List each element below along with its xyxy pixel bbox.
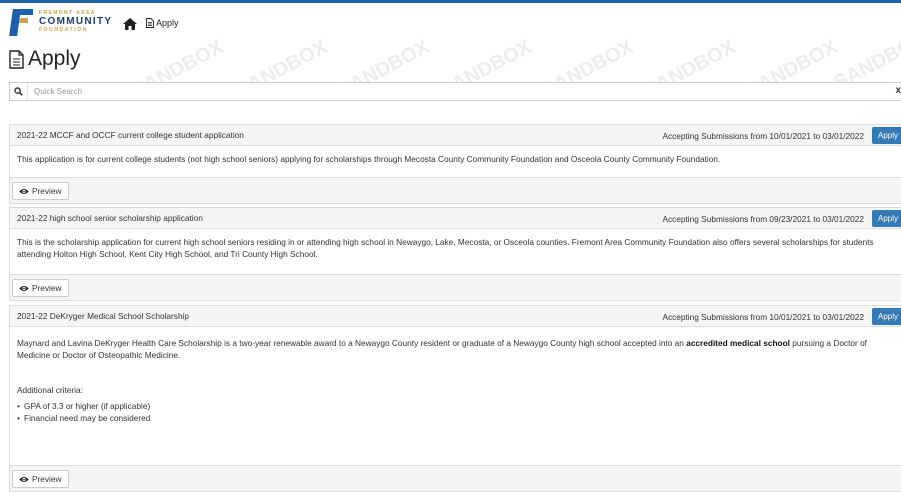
panel-header: 2021-22 DeKryger Medical School Scholars… [10,306,901,327]
panel-footer: Preview [10,274,901,300]
breadcrumb-label: Apply [156,18,179,28]
opportunity-title: 2021-22 high school senior scholarship a… [17,213,203,223]
opportunity-panel: 2021-22 high school senior scholarship a… [9,207,901,301]
eye-icon [19,285,29,291]
search-input[interactable] [28,83,901,100]
preview-button[interactable]: Preview [12,182,69,200]
opportunity-title: 2021-22 MCCF and OCCF current college st… [17,130,244,140]
preview-label: Preview [32,186,62,196]
logo-text: FREMONT AREA COMMUNITY FOUNDATION [39,11,112,33]
apply-button[interactable]: Apply [872,308,901,325]
eye-icon [19,188,29,194]
criteria-list: GPA of 3.3 or higher (if applicable) Fin… [17,400,894,424]
apply-button[interactable]: Apply [872,210,901,227]
panel-footer: Preview [10,465,901,491]
apply-button[interactable]: Apply [872,127,901,144]
top-nav-bar: FREMONT AREA COMMUNITY FOUNDATION Apply [0,0,901,40]
preview-button[interactable]: Preview [12,279,69,297]
panel-body: Maynard and Lavina DeKryger Health Care … [10,327,901,424]
opportunity-panel: 2021-22 DeKryger Medical School Scholars… [9,305,901,492]
preview-label: Preview [32,474,62,484]
description-text: Maynard and Lavina DeKryger Health Care … [17,338,687,348]
logo-line-2: COMMUNITY [39,16,113,27]
logo-line-3: FOUNDATION [39,27,88,33]
quick-search: x [9,82,901,101]
panel-header: 2021-22 MCCF and OCCF current college st… [10,125,901,146]
document-icon [146,18,154,28]
opportunity-description: This application is for current college … [17,154,721,164]
home-icon[interactable] [123,18,137,30]
criteria-item: GPA of 3.3 or higher (if applicable) [17,400,894,412]
document-icon [9,49,24,69]
submission-dates: Accepting Submissions from 10/01/2021 to… [662,312,864,322]
page-title: Apply [9,47,81,71]
opportunity-description: Maynard and Lavina DeKryger Health Care … [17,337,894,361]
page-title-text: Apply [28,47,81,70]
opportunity-panel: 2021-22 MCCF and OCCF current college st… [9,124,901,204]
submission-dates: Accepting Submissions from 09/23/2021 to… [662,214,864,224]
preview-label: Preview [32,283,62,293]
panel-body: This is the scholarship application for … [10,229,901,260]
breadcrumb[interactable]: Apply [146,18,179,28]
eye-icon [19,476,29,482]
opportunity-description: This is the scholarship application for … [17,237,874,259]
search-icon[interactable] [10,83,28,100]
panel-body: This application is for current college … [10,146,901,165]
foundation-logo[interactable]: FREMONT AREA COMMUNITY FOUNDATION [8,7,112,37]
opportunity-title: 2021-22 DeKryger Medical School Scholars… [17,311,190,321]
description-emphasis: accredited medical school [686,338,790,348]
clear-search-button[interactable]: x [895,85,901,96]
criteria-item: Financial need may be considered [17,412,894,424]
preview-button[interactable]: Preview [12,470,69,488]
logo-mark-icon [8,7,34,37]
submission-dates: Accepting Submissions from 10/01/2021 to… [662,131,864,141]
panel-header: 2021-22 high school senior scholarship a… [10,208,901,229]
criteria-heading: Additional criteria: [17,385,83,395]
panel-footer: Preview [10,177,901,203]
